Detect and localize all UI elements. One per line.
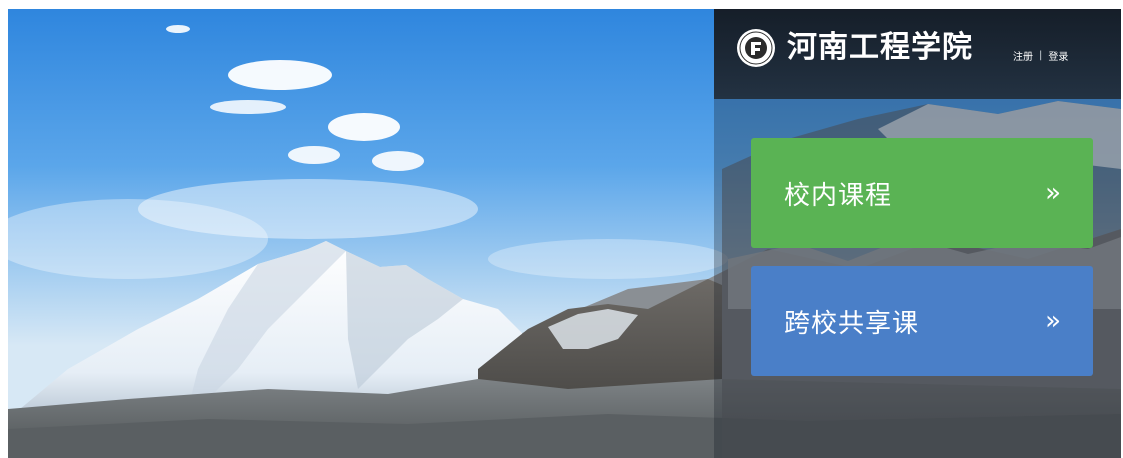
login-link[interactable]: 登录 xyxy=(1048,48,1068,63)
double-chevron-right-icon: » xyxy=(1045,306,1061,336)
university-emblem-icon xyxy=(737,29,775,67)
double-chevron-right-icon: » xyxy=(1045,178,1061,208)
brand-name: 河南工程学院 xyxy=(787,30,973,65)
register-link[interactable]: 注册 xyxy=(1013,48,1033,63)
auth-links: 注册 | 登录 xyxy=(1013,48,1068,63)
auth-separator: | xyxy=(1039,50,1043,61)
brand-logo[interactable]: 河南工程学院 xyxy=(737,29,973,67)
campus-courses-card[interactable]: 校内课程 » xyxy=(751,138,1093,248)
campus-courses-label: 校内课程 xyxy=(784,180,893,211)
shared-courses-label: 跨校共享课 xyxy=(784,308,920,339)
shared-courses-card[interactable]: 跨校共享课 » xyxy=(751,266,1093,376)
page: 河南工程学院 注册 | 登录 校内课程 » 跨校共享课 » xyxy=(0,0,1123,458)
